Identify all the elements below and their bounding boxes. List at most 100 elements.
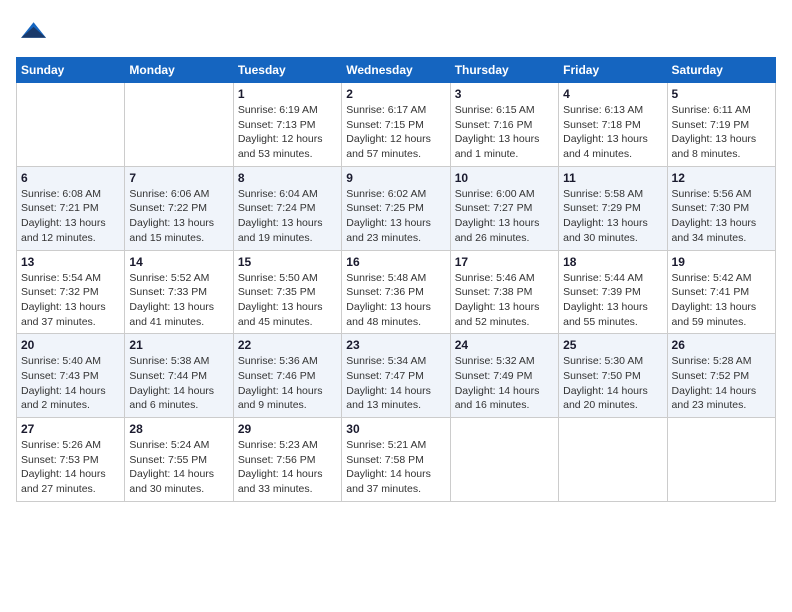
calendar-cell: 27 Sunrise: 5:26 AM Sunset: 7:53 PM Dayli… bbox=[17, 418, 125, 502]
day-number: 25 bbox=[563, 338, 662, 352]
day-number: 26 bbox=[672, 338, 771, 352]
day-number: 14 bbox=[129, 255, 228, 269]
calendar-week-5: 27 Sunrise: 5:26 AM Sunset: 7:53 PM Dayli… bbox=[17, 418, 776, 502]
day-number: 2 bbox=[346, 87, 445, 101]
calendar-cell: 13 Sunrise: 5:54 AM Sunset: 7:32 PM Dayli… bbox=[17, 250, 125, 334]
weekday-header-sunday: Sunday bbox=[17, 58, 125, 83]
day-number: 29 bbox=[238, 422, 337, 436]
day-number: 22 bbox=[238, 338, 337, 352]
day-info: Sunrise: 6:13 AM Sunset: 7:18 PM Dayligh… bbox=[563, 103, 662, 162]
day-info: Sunrise: 6:00 AM Sunset: 7:27 PM Dayligh… bbox=[455, 187, 554, 246]
calendar-cell: 4 Sunrise: 6:13 AM Sunset: 7:18 PM Daylig… bbox=[559, 83, 667, 167]
calendar-cell: 9 Sunrise: 6:02 AM Sunset: 7:25 PM Daylig… bbox=[342, 166, 450, 250]
day-number: 17 bbox=[455, 255, 554, 269]
day-number: 27 bbox=[21, 422, 120, 436]
day-info: Sunrise: 5:56 AM Sunset: 7:30 PM Dayligh… bbox=[672, 187, 771, 246]
calendar-cell: 11 Sunrise: 5:58 AM Sunset: 7:29 PM Dayli… bbox=[559, 166, 667, 250]
day-number: 21 bbox=[129, 338, 228, 352]
calendar-cell: 19 Sunrise: 5:42 AM Sunset: 7:41 PM Dayli… bbox=[667, 250, 775, 334]
calendar-cell: 16 Sunrise: 5:48 AM Sunset: 7:36 PM Dayli… bbox=[342, 250, 450, 334]
day-info: Sunrise: 5:28 AM Sunset: 7:52 PM Dayligh… bbox=[672, 354, 771, 413]
weekday-header-monday: Monday bbox=[125, 58, 233, 83]
day-number: 12 bbox=[672, 171, 771, 185]
day-number: 13 bbox=[21, 255, 120, 269]
calendar-cell: 20 Sunrise: 5:40 AM Sunset: 7:43 PM Dayli… bbox=[17, 334, 125, 418]
day-info: Sunrise: 5:21 AM Sunset: 7:58 PM Dayligh… bbox=[346, 438, 445, 497]
day-number: 9 bbox=[346, 171, 445, 185]
calendar-cell: 10 Sunrise: 6:00 AM Sunset: 7:27 PM Dayli… bbox=[450, 166, 558, 250]
calendar-table: SundayMondayTuesdayWednesdayThursdayFrid… bbox=[16, 57, 776, 502]
calendar-cell: 6 Sunrise: 6:08 AM Sunset: 7:21 PM Daylig… bbox=[17, 166, 125, 250]
calendar-cell: 12 Sunrise: 5:56 AM Sunset: 7:30 PM Dayli… bbox=[667, 166, 775, 250]
day-info: Sunrise: 5:40 AM Sunset: 7:43 PM Dayligh… bbox=[21, 354, 120, 413]
day-number: 23 bbox=[346, 338, 445, 352]
calendar-cell bbox=[125, 83, 233, 167]
day-number: 1 bbox=[238, 87, 337, 101]
day-number: 15 bbox=[238, 255, 337, 269]
day-number: 11 bbox=[563, 171, 662, 185]
day-info: Sunrise: 5:38 AM Sunset: 7:44 PM Dayligh… bbox=[129, 354, 228, 413]
calendar-cell: 30 Sunrise: 5:21 AM Sunset: 7:58 PM Dayli… bbox=[342, 418, 450, 502]
day-number: 10 bbox=[455, 171, 554, 185]
weekday-header-wednesday: Wednesday bbox=[342, 58, 450, 83]
day-info: Sunrise: 5:48 AM Sunset: 7:36 PM Dayligh… bbox=[346, 271, 445, 330]
day-info: Sunrise: 6:08 AM Sunset: 7:21 PM Dayligh… bbox=[21, 187, 120, 246]
calendar-cell: 29 Sunrise: 5:23 AM Sunset: 7:56 PM Dayli… bbox=[233, 418, 341, 502]
page-header bbox=[16, 16, 776, 49]
day-info: Sunrise: 5:36 AM Sunset: 7:46 PM Dayligh… bbox=[238, 354, 337, 413]
day-number: 16 bbox=[346, 255, 445, 269]
calendar-cell: 14Sunrise: 5:52 AM Sunset: 7:33 PM Dayli… bbox=[125, 250, 233, 334]
calendar-cell: 24Sunrise: 5:32 AM Sunset: 7:49 PM Dayli… bbox=[450, 334, 558, 418]
calendar-cell: 15Sunrise: 5:50 AM Sunset: 7:35 PM Dayli… bbox=[233, 250, 341, 334]
day-number: 18 bbox=[563, 255, 662, 269]
calendar-week-1: 1 Sunrise: 6:19 AM Sunset: 7:13 PM Daylig… bbox=[17, 83, 776, 167]
logo-icon bbox=[18, 16, 46, 44]
calendar-cell: 21 Sunrise: 5:38 AM Sunset: 7:44 PM Dayli… bbox=[125, 334, 233, 418]
day-info: Sunrise: 5:32 AM Sunset: 7:49 PM Dayligh… bbox=[455, 354, 554, 413]
day-info: Sunrise: 5:26 AM Sunset: 7:53 PM Dayligh… bbox=[21, 438, 120, 497]
calendar-cell bbox=[17, 83, 125, 167]
day-info: Sunrise: 6:15 AM Sunset: 7:16 PM Dayligh… bbox=[455, 103, 554, 162]
day-info: Sunrise: 5:30 AM Sunset: 7:50 PM Dayligh… bbox=[563, 354, 662, 413]
calendar-cell: 8 Sunrise: 6:04 AM Sunset: 7:24 PM Daylig… bbox=[233, 166, 341, 250]
calendar-cell: 28Sunrise: 5:24 AM Sunset: 7:55 PM Dayli… bbox=[125, 418, 233, 502]
calendar-cell: 17 Sunrise: 5:46 AM Sunset: 7:38 PM Dayli… bbox=[450, 250, 558, 334]
weekday-header-friday: Friday bbox=[559, 58, 667, 83]
calendar-header-row: SundayMondayTuesdayWednesdayThursdayFrid… bbox=[17, 58, 776, 83]
day-info: Sunrise: 6:02 AM Sunset: 7:25 PM Dayligh… bbox=[346, 187, 445, 246]
weekday-header-tuesday: Tuesday bbox=[233, 58, 341, 83]
calendar-cell: 2Sunrise: 6:17 AM Sunset: 7:15 PM Daylig… bbox=[342, 83, 450, 167]
day-info: Sunrise: 6:04 AM Sunset: 7:24 PM Dayligh… bbox=[238, 187, 337, 246]
calendar-cell: 3 Sunrise: 6:15 AM Sunset: 7:16 PM Daylig… bbox=[450, 83, 558, 167]
calendar-cell bbox=[450, 418, 558, 502]
day-info: Sunrise: 5:46 AM Sunset: 7:38 PM Dayligh… bbox=[455, 271, 554, 330]
calendar-cell bbox=[667, 418, 775, 502]
calendar-week-3: 13 Sunrise: 5:54 AM Sunset: 7:32 PM Dayli… bbox=[17, 250, 776, 334]
calendar-cell: 22 Sunrise: 5:36 AM Sunset: 7:46 PM Dayli… bbox=[233, 334, 341, 418]
calendar-cell: 18 Sunrise: 5:44 AM Sunset: 7:39 PM Dayli… bbox=[559, 250, 667, 334]
day-number: 20 bbox=[21, 338, 120, 352]
day-number: 6 bbox=[21, 171, 120, 185]
day-number: 4 bbox=[563, 87, 662, 101]
day-info: Sunrise: 5:44 AM Sunset: 7:39 PM Dayligh… bbox=[563, 271, 662, 330]
day-info: Sunrise: 5:54 AM Sunset: 7:32 PM Dayligh… bbox=[21, 271, 120, 330]
day-number: 30 bbox=[346, 422, 445, 436]
calendar-cell: 5 Sunrise: 6:11 AM Sunset: 7:19 PM Daylig… bbox=[667, 83, 775, 167]
day-number: 8 bbox=[238, 171, 337, 185]
day-info: Sunrise: 5:42 AM Sunset: 7:41 PM Dayligh… bbox=[672, 271, 771, 330]
day-number: 7 bbox=[129, 171, 228, 185]
calendar-cell: 23Sunrise: 5:34 AM Sunset: 7:47 PM Dayli… bbox=[342, 334, 450, 418]
day-info: Sunrise: 5:24 AM Sunset: 7:55 PM Dayligh… bbox=[129, 438, 228, 497]
calendar-cell bbox=[559, 418, 667, 502]
day-info: Sunrise: 5:23 AM Sunset: 7:56 PM Dayligh… bbox=[238, 438, 337, 497]
logo bbox=[16, 16, 50, 49]
calendar-week-2: 6 Sunrise: 6:08 AM Sunset: 7:21 PM Daylig… bbox=[17, 166, 776, 250]
day-info: Sunrise: 6:11 AM Sunset: 7:19 PM Dayligh… bbox=[672, 103, 771, 162]
day-number: 3 bbox=[455, 87, 554, 101]
day-info: Sunrise: 5:58 AM Sunset: 7:29 PM Dayligh… bbox=[563, 187, 662, 246]
calendar-cell: 26 Sunrise: 5:28 AM Sunset: 7:52 PM Dayli… bbox=[667, 334, 775, 418]
calendar-cell: 25 Sunrise: 5:30 AM Sunset: 7:50 PM Dayli… bbox=[559, 334, 667, 418]
day-number: 19 bbox=[672, 255, 771, 269]
day-number: 5 bbox=[672, 87, 771, 101]
day-info: Sunrise: 6:19 AM Sunset: 7:13 PM Dayligh… bbox=[238, 103, 337, 162]
